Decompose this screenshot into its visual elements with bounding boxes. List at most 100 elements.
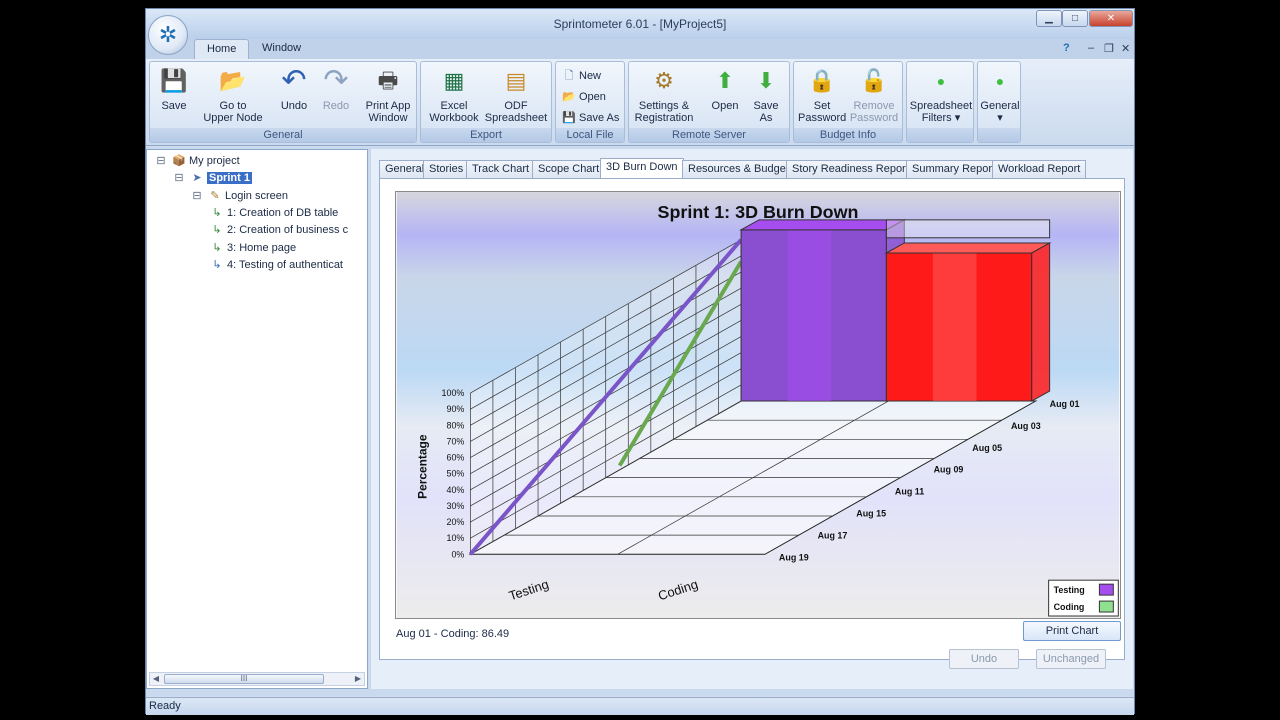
ribbon-group-local-file: 🗋 New 📂 Open 💾 Save As Local File	[555, 61, 625, 143]
task-icon: ↳	[212, 224, 222, 236]
settings-icon: ⚙	[654, 68, 674, 93]
status-bar: Ready	[146, 697, 1134, 715]
group-label-general: General	[150, 128, 416, 142]
minimize-button[interactable]: ▁	[1036, 10, 1062, 27]
unchanged-button[interactable]: Unchanged	[1036, 649, 1106, 669]
ribbon-group-export: ▦ Excel Workbook ▤ ODF Spreadsheet Export	[420, 61, 552, 143]
y-tick-label: 50%	[446, 469, 464, 479]
tree-node-login-screen[interactable]: ⊟ ✎ Login screen	[189, 188, 288, 205]
undo-footer-button[interactable]: Undo	[949, 649, 1019, 669]
app-window: Sprintometer 6.01 - [MyProject5] ▁ □ ✕ ✲…	[145, 8, 1135, 715]
tree-node-task-4[interactable]: ↳ 4: Testing of authenticat	[209, 257, 343, 274]
undo-button[interactable]: ↶ Undo	[274, 64, 314, 113]
set-password-button[interactable]: 🔒 Set Password	[798, 66, 846, 124]
y-tick-label: 100%	[442, 388, 465, 398]
chart-legend: Testing Coding	[1048, 579, 1119, 617]
remote-open-button[interactable]: ⬆ Open	[705, 66, 745, 112]
mdi-minimize-icon[interactable]: –	[1088, 42, 1094, 54]
group-label-budget-info: Budget Info	[794, 128, 902, 142]
excel-icon: ▦	[443, 68, 465, 93]
remove-password-button[interactable]: 🔓 Remove Password	[848, 66, 900, 124]
tree-node-sprint-1[interactable]: ⊟ ➤ Sprint 1	[171, 170, 252, 187]
chart-container: Sprint 1: 3D Burn Down Percentage 0% 10% 2…	[379, 178, 1125, 660]
y-tick-label: 20%	[446, 517, 464, 527]
y-tick-label: 0%	[451, 549, 464, 559]
bar-coding-highlight	[932, 252, 977, 402]
remote-save-as-button[interactable]: ⬇ Save As	[745, 66, 787, 124]
green-dot-icon: ●	[995, 73, 1005, 89]
y-tick-label: 80%	[446, 420, 464, 430]
task-icon: ↳	[212, 242, 222, 254]
odf-spreadsheet-button[interactable]: ▤ ODF Spreadsheet	[483, 66, 549, 124]
client-area: ⊟ 📦 My project ⊟ ➤ Sprint 1 ⊟ ✎ Login screen ↳…	[146, 147, 1134, 696]
save-as-icon: 💾	[562, 112, 576, 124]
tab-window[interactable]: Window	[250, 39, 313, 59]
sprint-icon: ➤	[192, 172, 202, 184]
y-tick-label: 60%	[446, 453, 464, 463]
ribbon-group-general: 💾 Save 📂 Go to Upper Node ↶ Undo ↷ Redo 🖶 Pri…	[149, 61, 417, 143]
legend-label: Testing	[1054, 585, 1085, 595]
date-label: Aug 05	[972, 443, 1002, 453]
ribbon-group-general-dropdown: ● General ▾	[977, 61, 1021, 143]
tab-scope-chart[interactable]: Scope Chart	[532, 160, 606, 178]
bar-max-outline	[885, 219, 1051, 239]
maximize-button[interactable]: □	[1062, 10, 1088, 27]
ribbon-group-spreadsheet-filters: ● Spreadsheet Filters ▾	[906, 61, 974, 143]
tree-node-my-project[interactable]: ⊟ 📦 My project	[153, 153, 239, 170]
mdi-restore-icon[interactable]: ❐	[1104, 42, 1114, 55]
date-label: Aug 03	[1011, 421, 1041, 431]
tab-track-chart[interactable]: Track Chart	[466, 160, 536, 178]
tab-stories[interactable]: Stories	[423, 160, 470, 178]
print-app-window-button[interactable]: 🖶 Print App Window	[362, 66, 414, 124]
scrollbar-thumb[interactable]: III	[164, 674, 324, 684]
spreadsheet-icon: ▤	[505, 68, 527, 93]
tab-3d-burn-down[interactable]: 3D Burn Down	[600, 158, 684, 179]
tree-node-task-2[interactable]: ↳ 2: Creation of business c	[209, 222, 348, 239]
mdi-close-icon[interactable]: ✕	[1121, 42, 1130, 55]
excel-workbook-button[interactable]: ▦ Excel Workbook	[425, 66, 483, 124]
redo-button[interactable]: ↷ Redo	[316, 66, 356, 113]
bar-coding-top	[884, 242, 1052, 254]
download-arrow-icon: ⬆	[715, 68, 735, 93]
tab-story-readiness-report[interactable]: Story Readiness Report	[786, 160, 915, 178]
tab-workload-report[interactable]: Workload Report	[992, 160, 1087, 178]
project-tree: ⊟ 📦 My project ⊟ ➤ Sprint 1 ⊟ ✎ Login screen ↳…	[146, 149, 368, 689]
save-as-button[interactable]: 💾 Save As	[562, 108, 619, 128]
date-label: Aug 19	[779, 552, 809, 562]
date-label: Aug 09	[934, 465, 964, 475]
scroll-left-icon[interactable]: ◀	[150, 673, 162, 685]
help-icon[interactable]: ?	[1063, 42, 1070, 54]
date-label: Aug 01	[1050, 399, 1080, 409]
general-dropdown-button[interactable]: ● General ▾	[979, 66, 1021, 124]
undo-icon: ↶	[281, 64, 307, 97]
settings-registration-button[interactable]: ⚙ Settings & Registration	[633, 66, 695, 124]
go-to-upper-node-button[interactable]: 📂 Go to Upper Node	[200, 66, 266, 124]
date-label: Aug 15	[856, 508, 886, 518]
folder-up-icon: 📂	[219, 68, 247, 93]
chart-status-text: Aug 01 - Coding: 86.49	[396, 628, 510, 640]
group-label-local-file: Local File	[556, 128, 624, 142]
tree-node-task-1[interactable]: ↳ 1: Creation of DB table	[209, 205, 338, 222]
spreadsheet-filters-button[interactable]: ● Spreadsheet Filters ▾	[909, 66, 973, 124]
content-panel: General Stories Track Chart Scope Chart …	[371, 149, 1133, 689]
y-tick-label: 90%	[446, 404, 464, 414]
print-chart-button[interactable]: Print Chart	[1023, 621, 1121, 641]
tab-resources-budget[interactable]: Resources & Budget	[682, 160, 795, 178]
tab-home[interactable]: Home	[194, 39, 250, 59]
close-button[interactable]: ✕	[1089, 10, 1133, 27]
y-tick-label: 10%	[446, 533, 464, 543]
window-title: Sprintometer 6.01 - [MyProject5]	[553, 17, 727, 31]
project-icon: 📦	[172, 155, 186, 167]
new-button[interactable]: 🗋 New	[562, 66, 601, 86]
burn-down-chart: Sprint 1: 3D Burn Down Percentage 0% 10% 2…	[395, 191, 1121, 619]
scroll-right-icon[interactable]: ▶	[352, 673, 364, 685]
unlock-icon: 🔓	[860, 68, 888, 93]
tree-node-task-3[interactable]: ↳ 3: Home page	[209, 240, 296, 257]
save-button[interactable]: 💾 Save	[154, 66, 194, 112]
app-menu-icon[interactable]: ✲	[148, 15, 188, 55]
floppy-icon: 💾	[160, 68, 188, 93]
tab-summary-report[interactable]: Summary Report	[906, 160, 1002, 178]
tree-horizontal-scrollbar[interactable]: ◀ III ▶	[149, 672, 365, 686]
legend-swatch	[1098, 583, 1114, 596]
open-button[interactable]: 📂 Open	[562, 87, 606, 107]
